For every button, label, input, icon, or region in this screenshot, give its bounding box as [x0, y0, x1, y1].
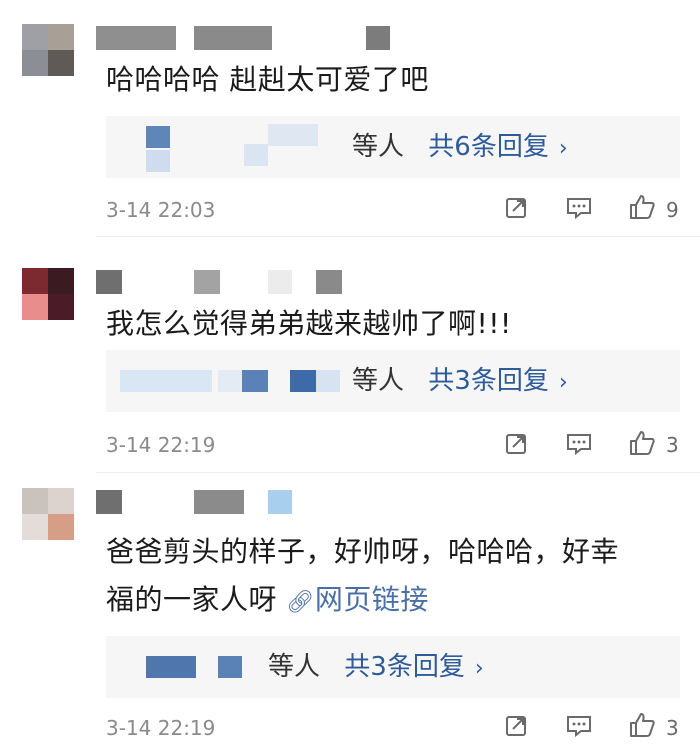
- avatar[interactable]: [22, 268, 74, 320]
- comment-text: 我怎么觉得弟弟越来越帅了啊!!!: [106, 307, 512, 340]
- reply-prefix: 等人: [268, 652, 321, 682]
- share-icon[interactable]: [504, 714, 528, 742]
- username-redacted[interactable]: [96, 490, 396, 516]
- web-link[interactable]: 网页链接: [315, 583, 429, 616]
- timestamp: 3-14 22:03: [106, 198, 216, 222]
- reply-count[interactable]: 共3条回复: [428, 366, 549, 396]
- reply-prefix: 等人: [352, 366, 405, 396]
- thumbs-up-icon[interactable]: [628, 430, 656, 460]
- link-icon[interactable]: 🔗︎: [286, 590, 314, 615]
- comment-text-line-1: 爸爸剪头的样子，好帅呀，哈哈哈，好幸: [106, 535, 620, 568]
- comment-item: 爸爸剪头的样子，好帅呀，哈哈哈，好幸 福的一家人呀 🔗︎网页链接 等人 共3条回…: [0, 472, 700, 755]
- username-redacted[interactable]: [96, 270, 416, 296]
- timestamp: 3-14 22:19: [106, 716, 216, 740]
- chevron-right-icon[interactable]: ›: [475, 656, 484, 681]
- comment-item: 我怎么觉得弟弟越来越帅了啊!!! 等人 共3条回复 › 3-14 22:19 3: [0, 236, 700, 472]
- chevron-right-icon[interactable]: ›: [559, 370, 568, 395]
- comment-text-tail: 福的一家人呀: [106, 583, 278, 616]
- comment-icon[interactable]: [566, 714, 592, 742]
- comment-text-line-2: 福的一家人呀 🔗︎网页链接: [106, 578, 429, 625]
- reply-count[interactable]: 共3条回复: [344, 652, 465, 682]
- reply-prefix: 等人: [352, 132, 405, 162]
- avatar[interactable]: [22, 24, 74, 76]
- thumbs-up-icon[interactable]: [628, 194, 656, 224]
- comment-item: 哈哈哈哈 赳赳太可爱了吧 等人 共6条回复 › 3-14 22:03 9: [0, 0, 700, 236]
- thumbs-up-icon[interactable]: [628, 712, 656, 742]
- like-count: 3: [666, 716, 679, 740]
- like-count: 9: [666, 198, 679, 222]
- share-icon[interactable]: [504, 196, 528, 224]
- chevron-right-icon[interactable]: ›: [559, 136, 568, 161]
- comment-icon[interactable]: [566, 196, 592, 224]
- reply-line[interactable]: 等人 共6条回复 ›: [352, 116, 568, 180]
- username-redacted[interactable]: [96, 26, 396, 52]
- reply-line[interactable]: 等人 共3条回复 ›: [268, 636, 484, 700]
- timestamp: 3-14 22:19: [106, 433, 216, 457]
- avatar[interactable]: [22, 488, 74, 540]
- comment-text: 哈哈哈哈 赳赳太可爱了吧: [106, 63, 429, 96]
- share-icon[interactable]: [504, 432, 528, 460]
- reply-line[interactable]: 等人 共3条回复 ›: [352, 350, 568, 414]
- comment-icon[interactable]: [566, 432, 592, 460]
- reply-summary[interactable]: 等人 共3条回复 ›: [106, 636, 680, 698]
- redacted-name: [146, 126, 170, 148]
- like-count: 3: [666, 433, 679, 457]
- reply-summary[interactable]: 等人 共6条回复 ›: [106, 116, 680, 178]
- reply-summary[interactable]: 等人 共3条回复 ›: [106, 350, 680, 412]
- reply-count[interactable]: 共6条回复: [428, 132, 549, 162]
